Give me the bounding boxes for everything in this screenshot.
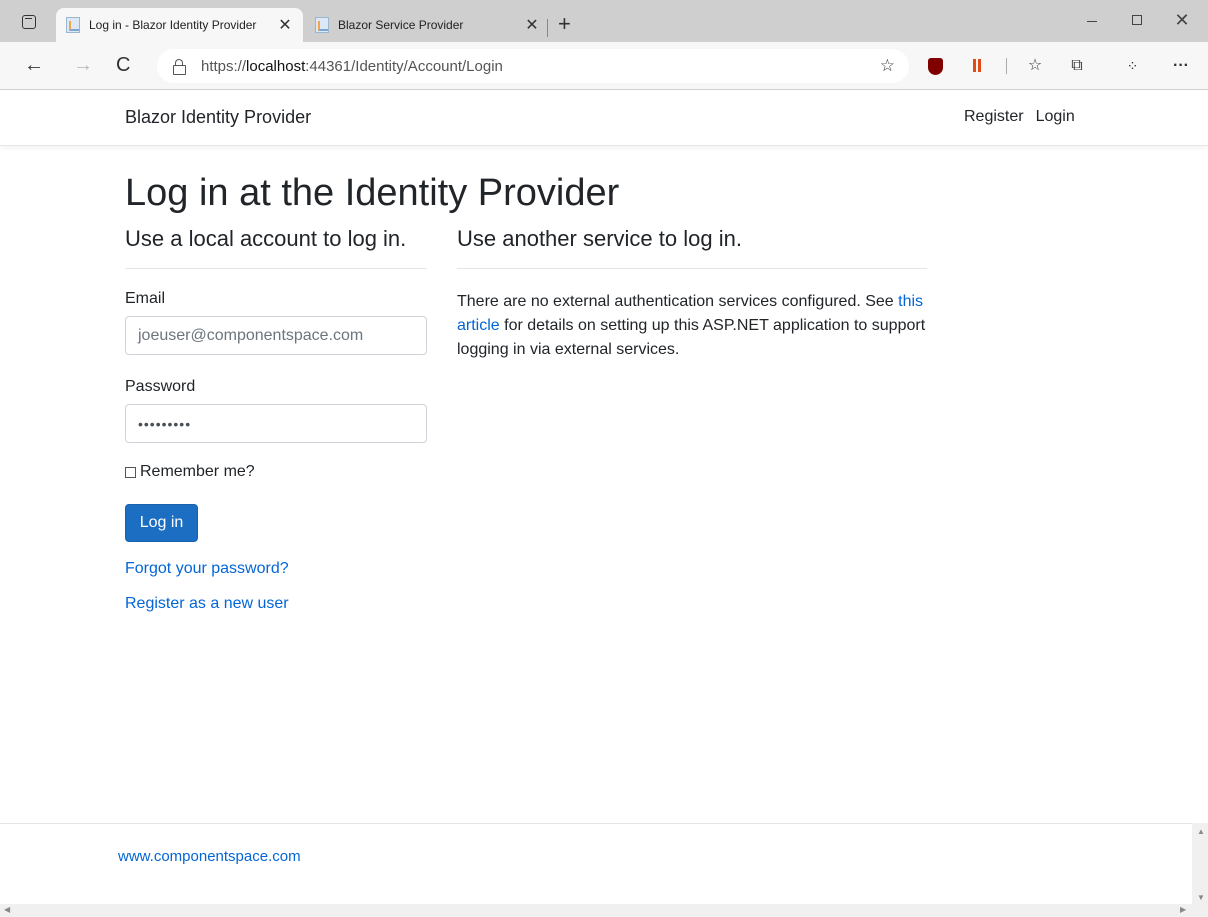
scroll-left-icon[interactable]: ◀ (4, 905, 10, 914)
minimize-button[interactable] (1072, 6, 1112, 34)
tab-actions-icon[interactable] (22, 15, 36, 29)
extension-icon[interactable] (968, 56, 988, 76)
email-label: Email (125, 290, 166, 307)
tab-title: Log in - Blazor Identity Provider (89, 18, 257, 32)
close-window-button[interactable]: ✕ (1162, 6, 1202, 34)
url-path: :44361/Identity/Account/Login (305, 57, 503, 75)
ublock-extension-icon[interactable] (925, 56, 945, 76)
url-text: https://localhost:44361/Identity/Account… (201, 58, 503, 75)
toolbar-divider (1006, 58, 1007, 74)
tab-title: Blazor Service Provider (338, 18, 464, 32)
page-title: Log in at the Identity Provider (125, 172, 620, 214)
local-login-heading: Use a local account to log in. (125, 226, 407, 251)
info-text-after: for details on setting up this ASP.NET a… (457, 317, 926, 358)
scroll-down-icon[interactable]: ▼ (1197, 893, 1205, 902)
maximize-icon (1132, 15, 1142, 25)
url-prefix: https:// (201, 57, 247, 75)
extensions-icon[interactable]: ⁘ (1122, 56, 1142, 76)
lock-icon[interactable] (173, 59, 186, 75)
external-login-heading: Use another service to log in. (457, 226, 742, 251)
scroll-up-icon[interactable]: ▲ (1197, 827, 1205, 836)
site-footer: www.componentspace.com (0, 823, 1192, 904)
footer-link[interactable]: www.componentspace.com (118, 848, 301, 865)
divider (125, 268, 427, 269)
external-info-text: There are no external authentication ser… (457, 290, 927, 362)
reload-icon[interactable]: C (116, 54, 130, 76)
tab-close-icon[interactable]: ✕ (522, 15, 542, 35)
new-tab-button[interactable]: + (558, 12, 571, 36)
tab-service-provider[interactable]: Blazor Service Provider ✕ (305, 8, 550, 42)
divider (457, 268, 927, 269)
page-favicon-icon (315, 17, 329, 33)
back-arrow-icon[interactable]: ← (24, 54, 44, 76)
nav-links: Register Login (964, 108, 1087, 126)
add-favorite-icon[interactable]: ☆ (880, 56, 895, 76)
vertical-scrollbar[interactable]: ▲ ▼ (1192, 823, 1208, 904)
info-text-before: There are no external authentication ser… (457, 293, 899, 310)
collections-icon[interactable]: ⧉ (1067, 56, 1087, 76)
remember-me-checkbox[interactable] (125, 466, 136, 478)
nav-login-link[interactable]: Login (1036, 108, 1075, 125)
password-field[interactable]: ••••••••• (125, 404, 427, 443)
login-button[interactable]: Log in (125, 504, 198, 542)
email-field[interactable]: joeuser@componentspace.com (125, 316, 427, 355)
nav-register-link[interactable]: Register (964, 108, 1024, 125)
external-login-section: Use another service to log in. There are… (457, 224, 927, 362)
register-link[interactable]: Register as a new user (125, 595, 427, 613)
forgot-password-link[interactable]: Forgot your password? (125, 560, 427, 578)
site-navbar: Blazor Identity Provider Register Login (0, 91, 1208, 146)
scroll-right-icon[interactable]: ▶ (1180, 905, 1186, 914)
tab-login[interactable]: Log in - Blazor Identity Provider ✕ (56, 8, 303, 42)
maximize-button[interactable] (1117, 6, 1157, 34)
url-input[interactable]: https://localhost:44361/Identity/Account… (157, 49, 909, 83)
more-menu-icon[interactable]: ··· (1171, 56, 1191, 76)
url-host: localhost (246, 57, 306, 75)
horizontal-scrollbar[interactable]: ◀ ▶ (0, 904, 1208, 917)
password-label: Password (125, 378, 196, 395)
forward-arrow-icon[interactable]: → (73, 54, 93, 76)
local-login-section: Use a local account to log in. Email joe… (125, 224, 427, 613)
browser-tab-bar: Log in - Blazor Identity Provider ✕ Blaz… (0, 0, 1208, 42)
page-favicon-icon (66, 17, 80, 33)
remember-me-label[interactable]: Remember me? (140, 463, 255, 481)
tab-divider (547, 19, 548, 37)
browser-address-bar: ← → C https://localhost:44361/Identity/A… (0, 42, 1208, 90)
favorites-icon[interactable]: ☆ (1025, 56, 1045, 76)
minimize-icon (1087, 20, 1097, 22)
remember-me: Remember me? (125, 463, 427, 481)
tab-close-icon[interactable]: ✕ (275, 15, 295, 35)
brand-link[interactable]: Blazor Identity Provider (125, 107, 311, 128)
